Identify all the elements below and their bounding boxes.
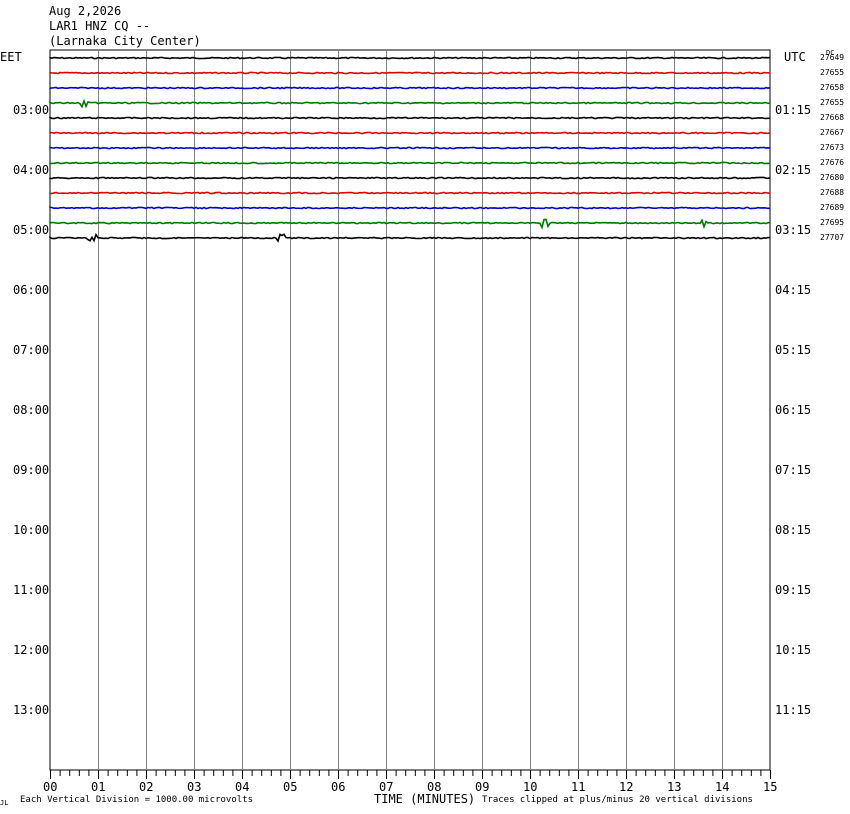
dc-offset-value: 27655 xyxy=(820,68,845,77)
seismic-trace xyxy=(49,116,771,120)
left-hour-label: 06:00 xyxy=(13,283,50,297)
seismic-trace xyxy=(49,98,771,109)
dc-offset-value: 27680 xyxy=(820,173,845,182)
x-tick-label: 13 xyxy=(667,780,682,794)
seismic-trace xyxy=(49,161,771,165)
seismic-trace xyxy=(49,56,771,60)
left-hour-label: 11:00 xyxy=(13,583,50,597)
left-hour-label: 10:00 xyxy=(13,523,50,537)
x-tick-label: 02 xyxy=(139,780,154,794)
left-hour-label: 08:00 xyxy=(13,403,50,417)
scale-note: Each Vertical Division = 1000.00 microvo… xyxy=(20,795,253,805)
right-hour-label: 04:15 xyxy=(775,283,812,297)
dc-offset-value: 27655 xyxy=(820,98,845,107)
left-hour-label: 12:00 xyxy=(13,643,50,657)
right-hour-label: 03:15 xyxy=(775,223,812,237)
left-hour-label: 07:00 xyxy=(13,343,50,357)
x-tick-label: 14 xyxy=(715,780,730,794)
x-tick-label: 00 xyxy=(43,780,58,794)
dc-offset-value: 27667 xyxy=(820,128,845,137)
right-hour-label: 01:15 xyxy=(775,103,812,117)
right-hour-label: 09:15 xyxy=(775,583,812,597)
x-tick-label: 10 xyxy=(523,780,538,794)
dc-offset-value: 27668 xyxy=(820,113,845,122)
seismic-trace xyxy=(49,86,771,90)
clip-note: Traces clipped at plus/minus 20 vertical… xyxy=(482,795,753,805)
x-tick-label: 04 xyxy=(235,780,250,794)
right-hour-label: 07:15 xyxy=(775,463,812,477)
seismic-trace xyxy=(49,176,771,180)
dc-offset-value: 27676 xyxy=(820,158,845,167)
seismic-trace xyxy=(49,146,771,150)
x-tick-label: 12 xyxy=(619,780,634,794)
x-tick-label: 01 xyxy=(91,780,106,794)
seismic-trace xyxy=(49,131,771,135)
footer-left-mark: JL xyxy=(0,799,9,807)
dc-offset-value: 27658 xyxy=(820,83,845,92)
x-tick-label: 15 xyxy=(763,780,778,794)
left-hour-label: 09:00 xyxy=(13,463,50,477)
right-hour-label: 11:15 xyxy=(775,703,812,717)
x-tick-label: 09 xyxy=(475,780,490,794)
left-hour-label: 13:00 xyxy=(13,703,50,717)
seismic-trace xyxy=(49,206,771,210)
right-hour-label: 05:15 xyxy=(775,343,812,357)
dc-offset-value: 27689 xyxy=(820,203,845,212)
left-hour-label: 03:00 xyxy=(13,103,50,117)
seismic-trace xyxy=(49,232,771,243)
x-axis-title: TIME (MINUTES) xyxy=(374,792,476,806)
helicorder-plot xyxy=(49,49,771,779)
seismic-trace xyxy=(49,218,771,230)
dc-offset-value: 27707 xyxy=(820,233,845,242)
right-hour-label: 02:15 xyxy=(775,163,812,177)
left-hour-label: 05:00 xyxy=(13,223,50,237)
plot-frame xyxy=(49,49,771,771)
seismic-trace xyxy=(49,191,771,195)
seismic-trace xyxy=(49,71,771,75)
right-hour-label: 08:15 xyxy=(775,523,812,537)
right-hour-label: 06:15 xyxy=(775,403,812,417)
x-tick-label: 03 xyxy=(187,780,202,794)
dc-offset-value: 27673 xyxy=(820,143,845,152)
x-tick-label: 06 xyxy=(331,780,346,794)
dc-offset-value: 27695 xyxy=(820,218,845,227)
x-tick-label: 05 xyxy=(283,780,298,794)
dc-offset-value: 27688 xyxy=(820,188,845,197)
left-hour-label: 04:00 xyxy=(13,163,50,177)
x-tick-label: 11 xyxy=(571,780,586,794)
dc-offset-value: 27649 xyxy=(820,53,845,62)
right-hour-label: 10:15 xyxy=(775,643,812,657)
